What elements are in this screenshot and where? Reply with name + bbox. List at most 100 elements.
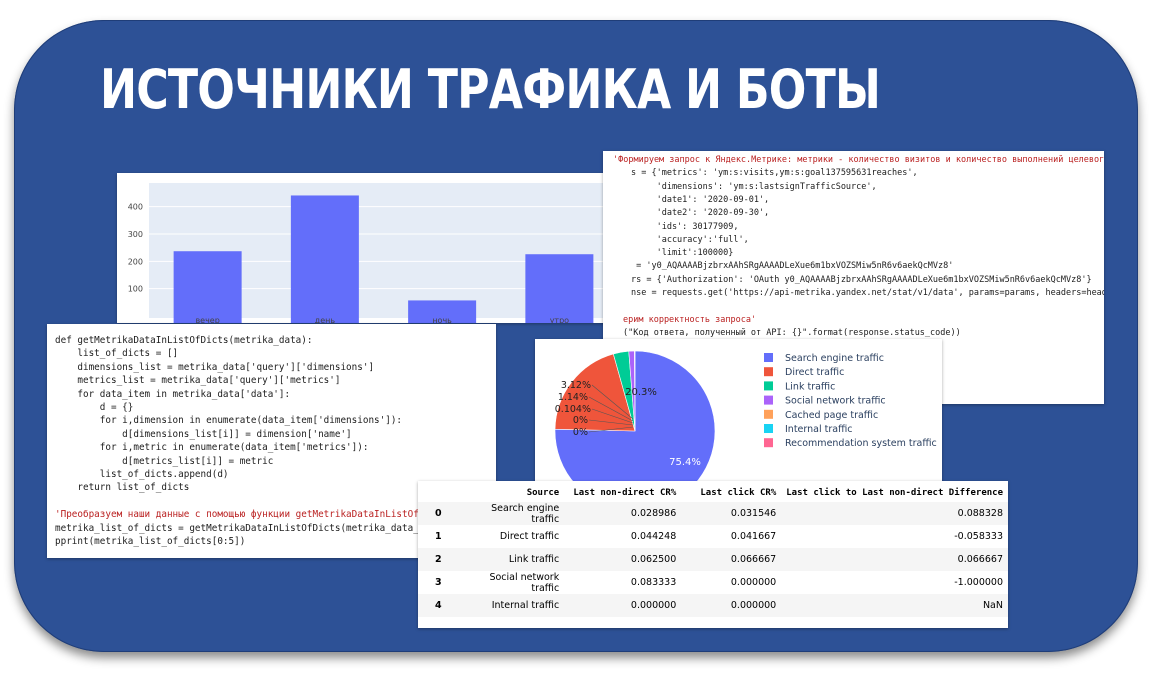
table-header-row: Source Last non-direct CR% Last click CR% L… xyxy=(418,484,1008,502)
code-line: list_of_dicts.append(d) xyxy=(55,469,229,480)
legend-swatch[interactable] xyxy=(764,353,773,362)
table-cell: NaN xyxy=(781,594,1008,617)
pie-outside-label: 0% xyxy=(573,415,588,426)
code-line: 'dimensions': 'ym:s:lastsignTrafficSourc… xyxy=(631,181,877,192)
legend-item[interactable]: Direct traffic xyxy=(785,367,844,378)
table-row: 2 Link traffic 0.062500 0.066667 0.066667 xyxy=(418,548,1008,571)
table-header-cell: Last non-direct CR% xyxy=(573,488,677,498)
bar-ytick-label: 200 xyxy=(128,257,143,266)
bar-3 xyxy=(525,254,594,323)
bar-ytick-label: 400 xyxy=(128,203,143,212)
code-line: return list_of_dicts xyxy=(55,482,190,494)
legend-item[interactable]: Link traffic xyxy=(785,381,835,392)
code-line: for i,dimension in enumerate(data_item['… xyxy=(55,415,403,427)
table-row: 0 Search engine traffic 0.028986 0.031546 0.… xyxy=(418,502,1008,525)
legend-item[interactable]: Search engine traffic xyxy=(785,353,884,364)
table-cell: 0.088328 xyxy=(781,502,1008,525)
table-cell: Social network traffic xyxy=(489,571,560,594)
code-line: 'ids': 30177909, xyxy=(631,221,739,232)
slide-title: ИСТОЧНИКИ ТРАФИКА И БОТЫ xyxy=(100,58,881,121)
bar-xtick-label: ночь xyxy=(432,316,452,323)
legend-item[interactable]: Cached page traffic xyxy=(785,410,878,421)
legend-swatch[interactable] xyxy=(764,395,773,405)
code-line: 'accuracy':'full', xyxy=(631,234,749,245)
table-cell: 0.041667 xyxy=(730,531,777,542)
table-cell: -0.058333 xyxy=(954,531,1003,542)
table-cell: Search engine traffic xyxy=(456,502,565,525)
code-line: 'date1': '2020-09-01', xyxy=(631,194,770,205)
bar-chart-panel: 100 200 300 400 вечер день ночь утро xyxy=(117,173,623,323)
code-line: metrika_list_of_dicts = getMetrikaDataIn… xyxy=(55,522,436,534)
pie-label-direct: 20.3% xyxy=(625,387,657,398)
row-index: 1 xyxy=(435,531,442,542)
row-index: 3 xyxy=(435,577,442,588)
pie-chart-panel: 75.4% 20.3% 3.12% 1.14% 0.104% 0% 0% Search eng… xyxy=(535,339,942,485)
bar-ytick-label: 300 xyxy=(128,230,143,239)
legend-swatch[interactable] xyxy=(764,409,773,419)
legend-item[interactable]: Recommendation system traffic xyxy=(785,438,937,449)
pie-outside-label: 0.104% xyxy=(555,404,591,415)
table-row: 1 Direct traffic 0.044248 0.041667 -0.058333 xyxy=(418,525,1008,548)
code-line: rs = {'Authorization': 'OAuth y0_AQAAAAB… xyxy=(631,274,1092,285)
code-line: for i,metric in enumerate(data_item['met… xyxy=(55,442,369,454)
code-line: s = {'metrics': 'ym:s:visits,ym:s:goal13… xyxy=(631,168,918,179)
table-header-cell: Last click CR% xyxy=(700,488,777,498)
code-line: list_of_dicts = [] xyxy=(55,348,179,360)
legend-swatch[interactable] xyxy=(764,424,773,433)
row-index: 0 xyxy=(418,502,457,525)
table-header-cell: Source xyxy=(526,488,560,498)
conversion-table-panel: Source Last non-direct CR% Last click CR% L… xyxy=(418,481,1008,628)
pie-outside-label: 0% xyxy=(573,427,588,438)
code-line: d = {} xyxy=(55,402,134,413)
table-cell: 0.044248 xyxy=(630,531,677,542)
code-line: metrics_list = metrika_data['query']['me… xyxy=(55,375,341,387)
table-cell: 0.000000 xyxy=(681,594,782,617)
table-cell: -1.000000 xyxy=(954,577,1003,588)
table-row: 4 Internal traffic 0.000000 0.000000 NaN xyxy=(418,594,1008,617)
bar-chart: 100 200 300 400 вечер день ночь утро xyxy=(128,183,618,323)
legend-swatch[interactable] xyxy=(764,381,773,391)
bar-xtick-label: день xyxy=(315,316,336,323)
table-cell: 0.028986 xyxy=(564,502,682,525)
legend-swatch[interactable] xyxy=(764,438,773,448)
table-cell: 0.000000 xyxy=(564,594,682,617)
table-cell: 0.062500 xyxy=(564,548,682,571)
table-cell: 0.083333 xyxy=(630,577,677,588)
table-header-cell: Last click to Last non-direct Difference xyxy=(786,488,1003,498)
code-line: 'date2': '2020-09-30', xyxy=(631,208,770,219)
legend-item[interactable]: Internal traffic xyxy=(785,424,853,435)
table-cell: Direct traffic xyxy=(499,531,560,542)
code-line: ерим корректность запроса' xyxy=(623,314,757,325)
pie-label-search: 75.4% xyxy=(669,457,701,468)
bar-xtick-label: утро xyxy=(550,316,569,323)
code-line: nse = requests.get('https://api-metrika.… xyxy=(631,288,1104,298)
code-line: def getMetrikaDataInListOfDicts(metrika_… xyxy=(55,335,313,346)
table-cell: 0.066667 xyxy=(681,548,782,571)
table-row: 3 Social network traffic 0.083333 0.000000 -… xyxy=(418,571,1008,594)
conversion-table: Source Last non-direct CR% Last click CR% L… xyxy=(418,484,1008,617)
table-cell: 0.000000 xyxy=(730,577,777,588)
table-cell: Link traffic xyxy=(456,548,565,571)
table-cell: 0.031546 xyxy=(681,502,782,525)
legend-item[interactable]: Social network traffic xyxy=(785,396,886,407)
code-line: dimensions_list = metrika_data['query'][… xyxy=(55,361,375,373)
pie-outside-label: 1.14% xyxy=(558,392,588,403)
code-line: 'Преобразуем наши данные с помощью функц… xyxy=(55,509,436,521)
row-index: 4 xyxy=(418,594,457,617)
code-line: d[metrics_list[i]] = metric xyxy=(55,455,274,467)
bar-ytick-label: 100 xyxy=(128,285,143,294)
pie-chart: 75.4%20.3%3.12%1.14%0.104%0%0%Search eng… xyxy=(554,350,937,485)
code-line: = 'y0_AQAAAABjzbrxAAhSRgAAAADLeXue6m1bxV… xyxy=(631,261,954,272)
table-cell: Internal traffic xyxy=(456,594,565,617)
code-line: d[dimensions_list[i]] = dimension['name'… xyxy=(55,428,352,440)
table-cell: 0.066667 xyxy=(781,548,1008,571)
bar-1 xyxy=(290,195,359,323)
code-line: 'limit':100000} xyxy=(631,248,734,259)
row-index: 2 xyxy=(418,548,457,571)
code-line: pprint(metrika_list_of_dicts[0:5]) xyxy=(55,536,246,547)
bar-0 xyxy=(173,251,242,323)
code-line: 'Формируем запрос к Яндекс.Метрике: метр… xyxy=(613,155,1104,165)
pie-outside-label: 3.12% xyxy=(561,380,591,391)
bar-xtick-label: вечер xyxy=(195,316,219,323)
legend-swatch[interactable] xyxy=(764,367,773,377)
